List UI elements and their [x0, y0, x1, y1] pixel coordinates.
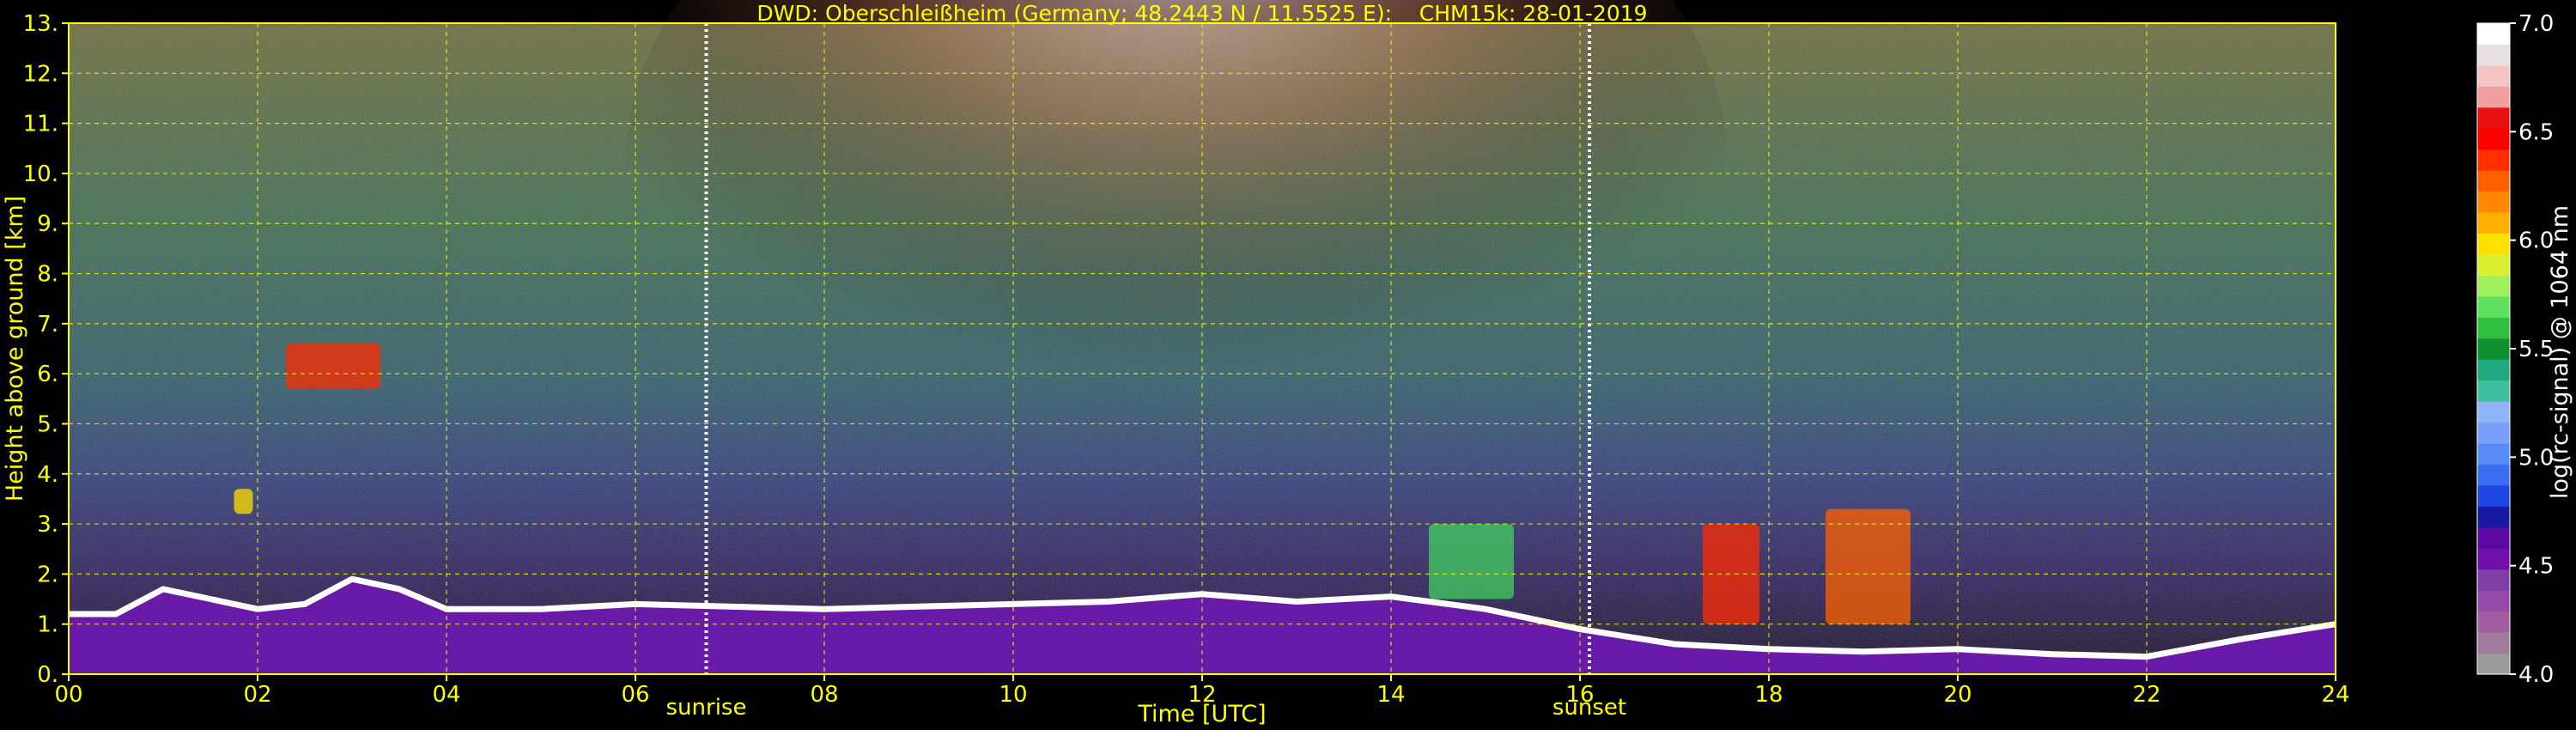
- colorbar-segment: [2477, 526, 2510, 549]
- x-tick-label: 14: [1376, 682, 1405, 708]
- y-tick-label: 10.: [23, 161, 58, 187]
- colorbar-segment: [2477, 106, 2510, 129]
- colorbar-segment: [2477, 443, 2510, 465]
- colorbar-segment: [2477, 401, 2510, 423]
- x-axis-label: Time [UTC]: [1137, 701, 1266, 727]
- colorbar-tick-label: 4.0: [2518, 662, 2554, 688]
- colorbar-segment: [2477, 359, 2510, 381]
- cloud-patch: [1826, 508, 1911, 624]
- colorbar-segment: [2477, 380, 2510, 402]
- colorbar-segment: [2477, 569, 2510, 591]
- y-tick-label: 11.: [23, 112, 58, 137]
- colorbar-segment: [2477, 149, 2510, 171]
- colorbar-tick-label: 4.5: [2518, 554, 2554, 580]
- colorbar-segment: [2477, 86, 2510, 108]
- x-tick-label: 24: [2321, 682, 2349, 708]
- colorbar-segment: [2477, 317, 2510, 339]
- x-tick-label: 02: [243, 682, 271, 708]
- y-tick-label: 4.: [37, 462, 58, 488]
- y-axis-label: Height above ground [km]: [2, 196, 28, 502]
- colorbar-segment: [2477, 653, 2510, 675]
- colorbar-segment: [2477, 275, 2510, 297]
- cloud-patch: [234, 489, 253, 514]
- x-tick-label: 10: [999, 682, 1027, 708]
- colorbar-segment: [2477, 128, 2510, 150]
- x-tick-label: 08: [810, 682, 838, 708]
- x-tick-label: 04: [432, 682, 460, 708]
- colorbar-tick-label: 6.5: [2518, 119, 2554, 145]
- colorbar-segment: [2477, 23, 2510, 46]
- colorbar: 4.04.55.05.56.06.57.0: [2476, 11, 2554, 688]
- chart-title: DWD: Oberschleißheim (Germany; 48.2443 N…: [756, 1, 1647, 26]
- colorbar-segment: [2477, 548, 2510, 570]
- colorbar-segment: [2477, 338, 2510, 360]
- y-tick-label: 6.: [37, 362, 58, 387]
- y-tick-label: 0.: [37, 662, 58, 688]
- y-tick-label: 3.: [37, 512, 58, 538]
- colorbar-segment: [2477, 590, 2510, 612]
- colorbar-label: log(rc-signal) @ 1064 nm: [2547, 205, 2573, 499]
- x-tick-label: 16: [1565, 682, 1594, 708]
- cloud-patch: [286, 344, 380, 389]
- colorbar-segment: [2477, 170, 2510, 192]
- y-tick-label: 12.: [23, 61, 58, 87]
- colorbar-segment: [2477, 632, 2510, 654]
- colorbar-segment: [2477, 212, 2510, 234]
- colorbar-segment: [2477, 44, 2510, 66]
- x-tick-label: 20: [1943, 682, 1971, 708]
- ceilometer-figure: sunrise sunset 00 02 04 06 08 10 12 14 16 18 20 22 24…: [2, 0, 2573, 727]
- colorbar-segment: [2477, 253, 2510, 277]
- sunrise-label: sunrise: [666, 695, 747, 721]
- y-tick-label: 7.: [37, 312, 58, 338]
- colorbar-segment: [2477, 611, 2510, 633]
- y-tick-label: 5.: [37, 411, 58, 437]
- colorbar-segment: [2477, 506, 2510, 528]
- cloud-patch: [1429, 524, 1514, 599]
- y-tick-label: 9.: [37, 211, 58, 237]
- colorbar-segment: [2477, 64, 2510, 87]
- colorbar-segment: [2477, 295, 2510, 318]
- x-tick-label: 18: [1754, 682, 1783, 708]
- x-tick-label: 22: [2132, 682, 2160, 708]
- x-tick-label: 00: [54, 682, 82, 708]
- y-tick-label: 8.: [37, 262, 58, 288]
- y-tick-label: 13.: [23, 11, 58, 37]
- y-tick-label: 1.: [37, 612, 58, 638]
- colorbar-segment: [2477, 191, 2510, 213]
- colorbar-segment: [2477, 464, 2510, 486]
- colorbar-segment: [2477, 484, 2510, 507]
- colorbar-tick-label: 7.0: [2518, 11, 2554, 37]
- x-tick-label: 06: [621, 682, 649, 708]
- colorbar-segment: [2477, 422, 2510, 444]
- plot-area: sunrise sunset: [68, 0, 2336, 721]
- colorbar-segment: [2477, 233, 2510, 255]
- y-tick-label: 2.: [37, 562, 58, 587]
- y-axis: 0. 1. 2. 3. 4. 5. 6. 7. 8. 9. 10. 11. 12. 13.: [23, 11, 69, 688]
